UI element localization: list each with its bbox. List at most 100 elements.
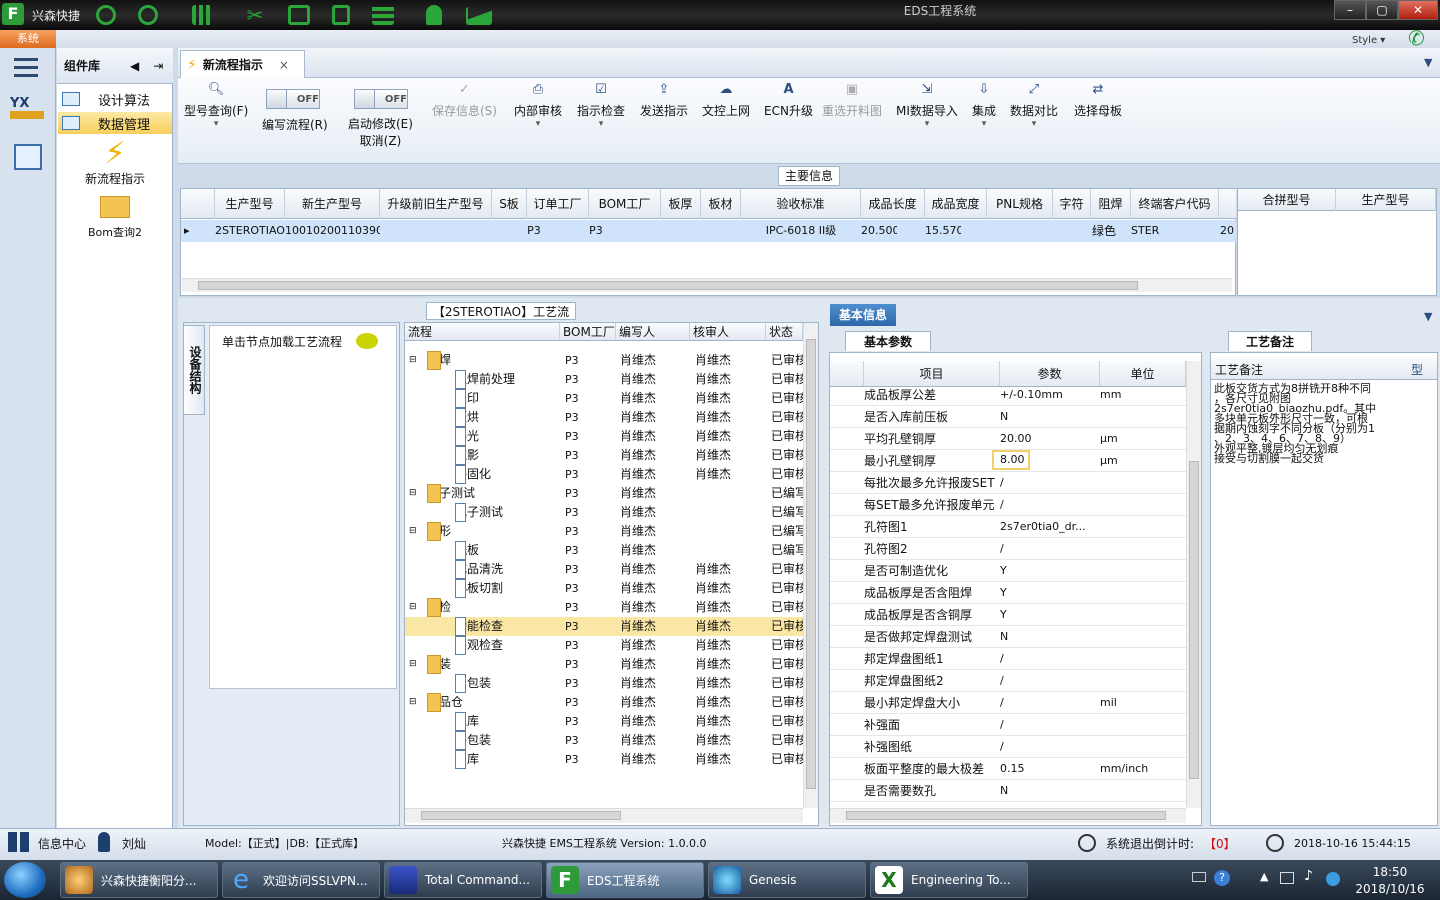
film-icon[interactable] [288, 5, 310, 25]
col-header[interactable]: 成品宽度 [925, 189, 987, 219]
flow-tree-row[interactable]: 电子测试 P3 肖维杰 已编写 [405, 503, 803, 522]
task-button[interactable]: 兴森快捷衡阳分... [60, 862, 218, 898]
comp-item-design-algorithm[interactable]: 设计算法 [58, 88, 172, 110]
keyboard-icon[interactable] [1192, 872, 1206, 882]
horizontal-scrollbar[interactable] [830, 808, 1186, 823]
flow-tree-row[interactable]: 成品清洗 P3 肖维杰 肖维杰 已审核 [405, 560, 803, 579]
calendar-icon[interactable] [14, 144, 42, 170]
grid-icon[interactable] [192, 5, 212, 25]
flow-tree-row[interactable]: ⊟ 终检 P3 肖维杰 肖维杰 已审核 [405, 598, 803, 617]
globe-icon[interactable] [138, 5, 158, 25]
param-row[interactable]: 平均孔壁铜厚 20.00 μm [830, 428, 1186, 450]
col-header[interactable]: S板 [492, 189, 527, 219]
col-header[interactable]: 验收标准 [741, 189, 861, 219]
windows-grid-icon[interactable] [8, 832, 30, 852]
flow-tree-row[interactable]: 外包装 P3 肖维杰 肖维杰 已审核 [405, 731, 803, 750]
integrate-button[interactable]: ⇩ 集成 ▾ [972, 82, 996, 139]
vpn-icon[interactable] [1326, 872, 1340, 886]
instruction-check-button[interactable]: ☑ 指示检查 ▾ [577, 82, 625, 139]
param-edit-field[interactable]: 8.00 [992, 450, 1030, 470]
param-row[interactable]: 邦定焊盘图纸1 / [830, 648, 1186, 670]
close-button[interactable]: ✕ [1398, 0, 1438, 20]
comp-big-bom-query[interactable]: Bom查询2 [58, 196, 172, 240]
search-icon[interactable] [96, 5, 116, 25]
col-header[interactable]: 核审人 [690, 323, 766, 341]
param-row[interactable]: 板面平整度的最大极差 0.15 mm/inch [830, 758, 1186, 780]
save-info-button[interactable]: ✓ 保存信息(S) [432, 82, 497, 119]
col-header[interactable]: 合拼型号 [1238, 189, 1336, 211]
flow-tree-row[interactable]: 预烘 P3 肖维杰 肖维杰 已审核 [405, 408, 803, 427]
doc-upload-button[interactable]: ☁ 文控上网 [702, 82, 750, 119]
flow-tree-row[interactable]: 阻焊前处理 P3 肖维杰 肖维杰 已审核 [405, 370, 803, 389]
col-header[interactable]: 编写人 [616, 323, 690, 341]
start-modify-toggle[interactable]: OFF [354, 89, 408, 109]
user-icon[interactable] [426, 5, 442, 25]
task-button[interactable]: X Engineering To... [870, 862, 1028, 898]
type-query-button[interactable]: 🔍︎ 型号查询(F) ▾ [184, 82, 248, 139]
col-header[interactable]: PNL规格 [987, 189, 1053, 219]
collapse-arrow-icon[interactable]: ◀ [130, 59, 139, 73]
select-master-button[interactable]: ⇄ 选择母板 [1074, 82, 1122, 119]
col-header[interactable]: 终端客户代码 [1131, 189, 1219, 219]
param-row[interactable]: 是否做邦定焊盘测试 N [830, 626, 1186, 648]
flow-tree-row[interactable]: 外观检查 P3 肖维杰 肖维杰 已审核 [405, 636, 803, 655]
col-header[interactable]: 订单工厂 [527, 189, 589, 219]
task-button[interactable]: Genesis [708, 862, 866, 898]
tab-menu-icon[interactable]: ▼ [1424, 56, 1432, 69]
param-row[interactable]: 每批次最多允许报废SET / [830, 472, 1186, 494]
collapse-node-icon[interactable]: ⊟ [409, 351, 417, 370]
param-row[interactable]: 邦定焊盘图纸2 / [830, 670, 1186, 692]
edit-flow-toggle[interactable]: OFF [266, 89, 320, 109]
task-button[interactable]: F EDS工程系统 [546, 862, 704, 898]
collapse-node-icon[interactable]: ⊟ [409, 655, 417, 674]
info-center-link[interactable]: 信息中心 [38, 836, 86, 852]
horizontal-scrollbar[interactable] [405, 808, 803, 823]
internal-review-button[interactable]: ⎙ 内部审核 ▾ [514, 82, 562, 139]
col-header[interactable]: 成品长度 [861, 189, 925, 219]
col-header[interactable]: BOM工厂 [560, 323, 616, 341]
equipment-structure-tab[interactable]: 设备结构 [183, 325, 205, 415]
pin-icon[interactable]: ⇥ [153, 59, 163, 73]
col-header[interactable]: 流程 [405, 323, 560, 341]
flow-tree-row[interactable]: 终固化 P3 肖维杰 肖维杰 已审核 [405, 465, 803, 484]
param-row[interactable]: 是否需要数孔 N [830, 780, 1186, 802]
comp-big-new-flow[interactable]: ⚡ 新流程指示 [58, 138, 172, 187]
vertical-scrollbar[interactable] [803, 323, 818, 808]
copy-icon[interactable] [332, 5, 350, 25]
col-header[interactable]: 板材 [701, 189, 741, 219]
param-row[interactable]: 补强面 / [830, 714, 1186, 736]
col-header[interactable]: 状态 [766, 323, 803, 341]
chart-icon[interactable] [466, 7, 492, 25]
param-row[interactable]: 孔符图1 2s7er0tia0_dr... [830, 516, 1186, 538]
comp-item-data-management[interactable]: 数据管理 [58, 112, 172, 134]
param-row[interactable]: 成品板厚是否含阻焊 Y [830, 582, 1186, 604]
data-compare-button[interactable]: ⤢ 数据对比 ▾ [1010, 82, 1058, 139]
ecn-upgrade-button[interactable]: A ECN升级 [764, 82, 813, 119]
param-row[interactable]: 补强图纸 / [830, 736, 1186, 758]
collapse-node-icon[interactable]: ⊟ [409, 693, 417, 712]
tab-basic-params[interactable]: 基本参数 [845, 331, 931, 351]
system-tab[interactable]: 系统 [0, 30, 56, 48]
send-instruction-button[interactable]: ⇪ 发送指示 [640, 82, 688, 119]
close-tab-icon[interactable]: × [279, 58, 289, 72]
col-header[interactable]: 板厚 [661, 189, 701, 219]
col-header[interactable]: 新生产型号 [285, 189, 380, 219]
task-button[interactable]: e 欢迎访问SSLVPN... [222, 862, 380, 898]
flow-tree-row[interactable]: 曝光 P3 肖维杰 肖维杰 已审核 [405, 427, 803, 446]
collapse-node-icon[interactable]: ⊟ [409, 484, 417, 503]
param-row[interactable]: 孔符图2 / [830, 538, 1186, 560]
flow-tree-row[interactable]: 出库 P3 肖维杰 肖维杰 已审核 [405, 750, 803, 769]
param-row[interactable]: 是否入库前压板 N [830, 406, 1186, 428]
flow-tree-row[interactable]: 小板切割 P3 肖维杰 肖维杰 已审核 [405, 579, 803, 598]
volume-icon[interactable]: ♪ [1304, 868, 1313, 884]
reselect-material-button[interactable]: ▣ 重选开料图 [822, 82, 882, 119]
flow-tree-row[interactable]: ⊟ 外形 P3 肖维杰 已编写 [405, 522, 803, 541]
taskbar-clock[interactable]: 18:50 2018/10/16 [1348, 864, 1432, 898]
style-dropdown[interactable]: Style ▾ [1352, 35, 1385, 46]
col-header[interactable]: 阻焊 [1091, 189, 1131, 219]
flow-tree-row[interactable]: 显影 P3 肖维杰 肖维杰 已审核 [405, 446, 803, 465]
tab-process-notes[interactable]: 工艺备注 [1228, 331, 1312, 351]
horizontal-scrollbar[interactable] [182, 278, 1232, 292]
tab-basic-info[interactable]: 基本信息 [830, 304, 896, 326]
col-header[interactable]: 升级前旧生产型号 [380, 189, 492, 219]
